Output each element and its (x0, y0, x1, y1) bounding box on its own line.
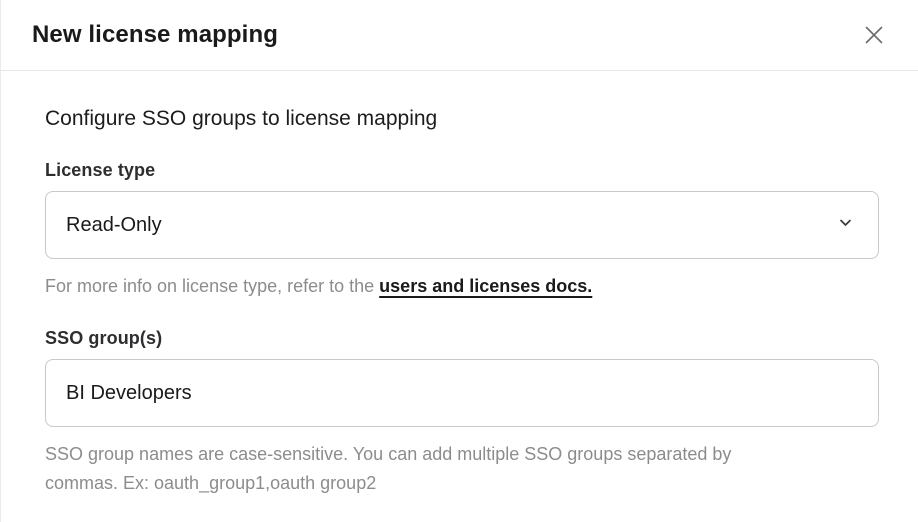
sso-groups-hint: SSO group names are case-sensitive. You … (45, 440, 807, 497)
license-type-label: License type (45, 160, 878, 181)
license-type-hint: For more info on license type, refer to … (45, 272, 878, 300)
dialog-title: New license mapping (32, 21, 278, 49)
sso-groups-input[interactable] (45, 359, 879, 427)
section-heading: Configure SSO groups to license mapping (45, 107, 878, 131)
license-type-hint-text: For more info on license type, refer to … (45, 276, 379, 296)
license-type-field: License type Read-Only For more info on … (45, 160, 878, 300)
close-icon (861, 22, 887, 48)
new-license-mapping-dialog: New license mapping Configure SSO groups… (0, 0, 918, 522)
license-type-select[interactable]: Read-Only (45, 191, 879, 259)
sso-groups-label: SSO group(s) (45, 328, 878, 349)
dialog-body: Configure SSO groups to license mapping … (1, 71, 918, 497)
dialog-header: New license mapping (1, 0, 918, 71)
sso-groups-field: SSO group(s) SSO group names are case-se… (45, 328, 878, 497)
license-type-selected-value: Read-Only (66, 214, 162, 237)
close-button[interactable] (857, 18, 891, 52)
chevron-down-icon (837, 214, 854, 236)
users-and-licenses-docs-link[interactable]: users and licenses docs. (379, 276, 592, 296)
